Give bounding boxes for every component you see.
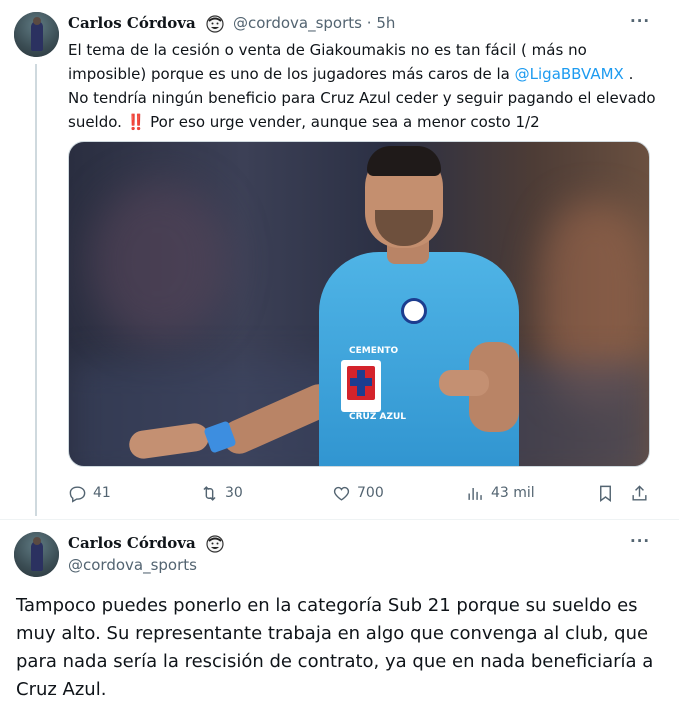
jersey-sponsor-text: CEMENTO bbox=[349, 346, 399, 356]
tweet-text: El tema de la cesión o venta de Giakouma… bbox=[68, 41, 656, 131]
author-handle[interactable]: @cordova_sports · 5h bbox=[233, 14, 395, 32]
avatar[interactable] bbox=[14, 532, 59, 577]
jersey-club-text: CRUZ AZUL bbox=[349, 412, 407, 422]
retweet-icon bbox=[203, 485, 216, 501]
bookmark-icon bbox=[600, 485, 611, 502]
mention-link[interactable]: @LigaBBVAMX bbox=[515, 65, 624, 83]
tweet-media-image[interactable]: CEMENTO CRUZ AZUL bbox=[68, 141, 650, 467]
like-count: 700 bbox=[357, 485, 384, 501]
avatar[interactable] bbox=[14, 12, 59, 57]
share-button[interactable] bbox=[630, 482, 655, 504]
views-button[interactable]: 43 mil bbox=[466, 482, 535, 504]
double-exclamation-icon: ‼️ bbox=[126, 113, 146, 131]
tweet-text: Tampoco puedes ponerlo en la categoría S… bbox=[16, 595, 654, 700]
retweet-button[interactable]: 30 bbox=[200, 482, 243, 504]
reply-icon bbox=[69, 485, 86, 503]
tweet-actions: 41 30 700 43 mil bbox=[68, 482, 658, 506]
author-name[interactable]: Carlos Córdova bbox=[68, 534, 196, 552]
more-icon[interactable]: ··· bbox=[630, 532, 650, 550]
tweet-divider bbox=[0, 519, 679, 520]
reply-count: 41 bbox=[93, 485, 111, 501]
emoji-face-icon bbox=[206, 15, 224, 33]
share-icon bbox=[632, 484, 647, 501]
emoji-face-icon bbox=[206, 535, 224, 553]
timestamp[interactable]: 5h bbox=[376, 14, 395, 32]
author-name[interactable]: Carlos Córdova bbox=[68, 14, 196, 32]
thread-connector-line bbox=[35, 64, 37, 516]
views-icon bbox=[468, 487, 482, 500]
retweet-count: 30 bbox=[225, 485, 243, 501]
like-button[interactable]: 700 bbox=[332, 482, 384, 504]
author-handle[interactable]: @cordova_sports bbox=[68, 556, 197, 574]
like-icon bbox=[333, 486, 350, 501]
views-count: 43 mil bbox=[491, 485, 535, 501]
more-icon[interactable]: ··· bbox=[630, 12, 650, 30]
bookmark-button[interactable] bbox=[596, 482, 621, 504]
reply-button[interactable]: 41 bbox=[68, 482, 111, 504]
